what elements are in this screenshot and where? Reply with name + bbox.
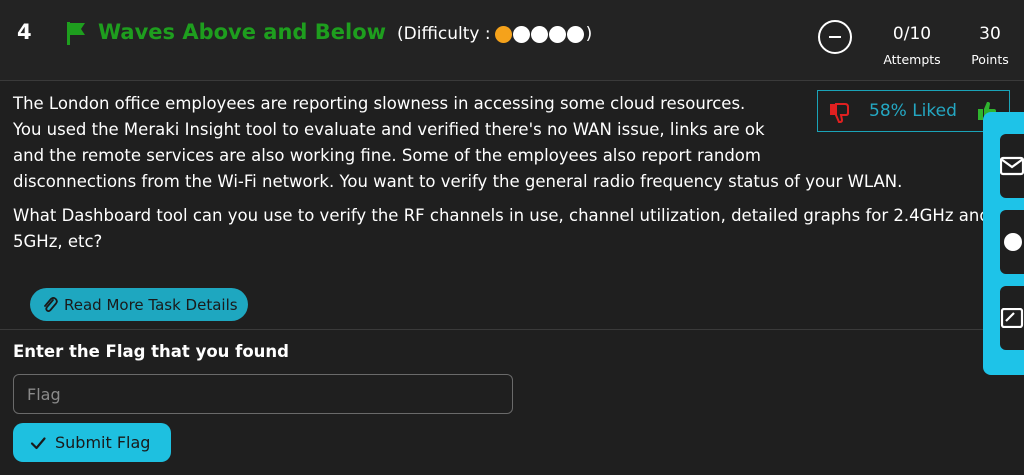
task-body: The London office employees are reportin… (0, 81, 1024, 329)
task-title: Waves Above and Below (98, 20, 387, 44)
paperclip-icon (44, 296, 58, 312)
side-panel (983, 112, 1024, 375)
attempts-stat: 0/10 Attempts (878, 24, 946, 67)
points-label: Points (971, 52, 1009, 67)
submit-flag-button[interactable]: Submit Flag (13, 423, 171, 462)
difficulty-suffix: ) (585, 24, 593, 44)
flag-heading: Enter the Flag that you found (13, 342, 289, 361)
circle-icon (1004, 233, 1022, 251)
points-stat: 30 Points (965, 24, 1015, 67)
rating-box: 58% Liked (817, 90, 1010, 132)
side-circle-item[interactable] (1000, 210, 1024, 274)
question-paragraph: What Dashboard tool can you use to verif… (13, 206, 990, 251)
difficulty-dot (494, 25, 512, 43)
difficulty-dot (566, 25, 584, 43)
flag-input[interactable] (13, 374, 513, 414)
points-value: 30 (979, 24, 1001, 44)
difficulty-dot (512, 25, 530, 43)
submit-flag-label: Submit Flag (55, 433, 151, 452)
attempts-label: Attempts (883, 52, 941, 67)
note-icon (1000, 308, 1024, 328)
check-icon (30, 436, 46, 449)
task-card: 4 Waves Above and Below (Difficulty : ) … (0, 0, 1024, 475)
side-note-item[interactable] (1000, 286, 1024, 350)
difficulty-indicator: (Difficulty : ) (397, 24, 592, 44)
task-number: 4 (17, 20, 32, 44)
collapse-button[interactable] (818, 20, 852, 54)
difficulty-dot (548, 25, 566, 43)
liked-percentage: 58% Liked (869, 101, 957, 121)
read-more-label: Read More Task Details (64, 295, 238, 314)
attempts-value: 0/10 (892, 24, 932, 44)
thumbs-down-icon[interactable] (828, 101, 850, 123)
task-header: 4 Waves Above and Below (Difficulty : ) … (0, 0, 1024, 81)
difficulty-dot (530, 25, 548, 43)
flag-submission: Enter the Flag that you found Submit Fla… (0, 329, 1024, 475)
difficulty-dots (494, 25, 585, 43)
read-more-button[interactable]: Read More Task Details (30, 288, 248, 321)
mail-icon (1000, 156, 1024, 176)
side-mail-item[interactable] (1000, 134, 1024, 198)
difficulty-prefix: (Difficulty : (397, 24, 491, 44)
flag-icon (67, 22, 85, 45)
